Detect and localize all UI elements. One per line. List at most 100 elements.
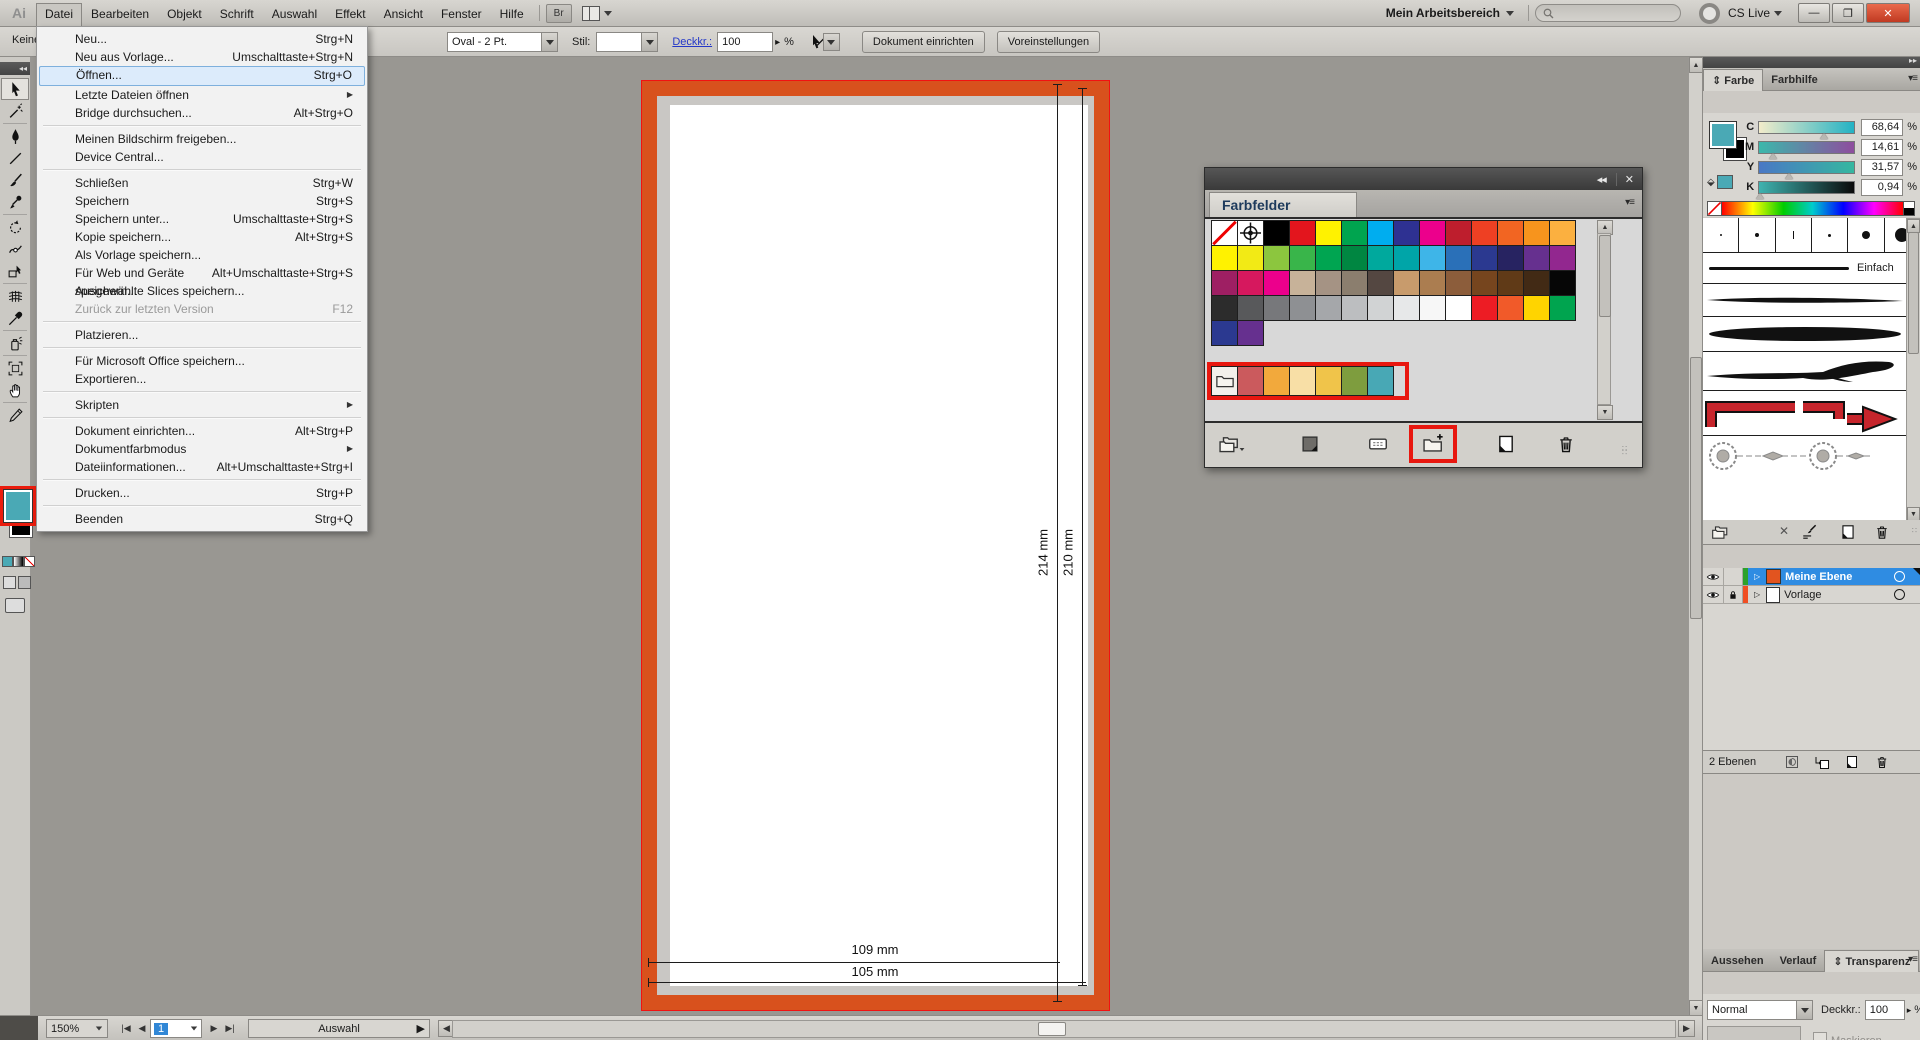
new-sublayer-icon[interactable] bbox=[1814, 754, 1830, 770]
gamut-color-chip[interactable] bbox=[1717, 175, 1733, 189]
visibility-eye-icon[interactable] bbox=[1703, 586, 1724, 603]
swatch[interactable] bbox=[1315, 220, 1342, 246]
resize-grip[interactable]: ∷ bbox=[1912, 526, 1917, 535]
fill-proxy-swatch[interactable] bbox=[1709, 121, 1737, 149]
screen-mode-button[interactable] bbox=[5, 598, 25, 613]
restore-button[interactable]: ❐ bbox=[1832, 3, 1864, 23]
swatch[interactable] bbox=[1367, 295, 1394, 321]
swatch[interactable] bbox=[1341, 245, 1368, 271]
new-layer-icon[interactable] bbox=[1844, 754, 1860, 770]
brush-row-ornament[interactable] bbox=[1703, 436, 1920, 476]
channel-value[interactable]: 14,61 bbox=[1861, 139, 1904, 156]
swatch-kinds-button[interactable] bbox=[1295, 431, 1325, 457]
opacity-spinner[interactable]: ▸ bbox=[1907, 1005, 1912, 1016]
visibility-eye-icon[interactable] bbox=[1703, 568, 1724, 585]
swatches-panel-titlebar[interactable]: ◂◂ ✕ bbox=[1205, 168, 1642, 190]
swatch[interactable] bbox=[1471, 295, 1498, 321]
swatch[interactable] bbox=[1445, 245, 1472, 271]
brush-definition-select[interactable]: Oval - 2 Pt. bbox=[447, 32, 542, 52]
calligraphic-brush[interactable] bbox=[1703, 218, 1739, 252]
swatch[interactable] bbox=[1315, 245, 1342, 271]
brush-row-simple[interactable]: Einfach bbox=[1703, 253, 1920, 284]
swatch[interactable] bbox=[1367, 245, 1394, 271]
width-tool-tool[interactable] bbox=[1, 238, 29, 260]
color-tab-farbe[interactable]: ⇕ Farbe bbox=[1703, 69, 1763, 91]
target-circle-icon[interactable] bbox=[1894, 571, 1905, 582]
swatches-scrollbar[interactable]: ▲ ▼ bbox=[1597, 220, 1613, 420]
swatch[interactable] bbox=[1497, 270, 1524, 296]
swatch[interactable] bbox=[1263, 245, 1290, 271]
swatch[interactable] bbox=[1549, 220, 1576, 246]
scroll-down-icon[interactable]: ▼ bbox=[1689, 1000, 1703, 1016]
transparency-tab-verlauf[interactable]: Verlauf bbox=[1772, 950, 1825, 971]
file-menu-item[interactable]: Device Central... bbox=[39, 148, 365, 166]
eyedropper-tool[interactable] bbox=[1, 307, 29, 329]
swatch[interactable] bbox=[1315, 295, 1342, 321]
channel-value[interactable]: 0,94 bbox=[1861, 179, 1904, 196]
file-menu-item[interactable]: SpeichernStrg+S bbox=[39, 192, 365, 210]
menubar-item-datei[interactable]: Datei bbox=[36, 3, 82, 26]
delete-swatch-button[interactable] bbox=[1551, 431, 1581, 457]
hand-tool[interactable] bbox=[1, 379, 29, 401]
artboard-number-field[interactable]: 1 bbox=[150, 1019, 202, 1038]
color-group-folder-icon[interactable] bbox=[1211, 366, 1238, 396]
collapse-dock-icon[interactable]: ▸▸ bbox=[1703, 56, 1920, 68]
swatch[interactable] bbox=[1289, 295, 1316, 321]
artboard-tool[interactable] bbox=[1, 357, 29, 379]
workspace-switcher[interactable]: Mein Arbeitsbereich bbox=[1386, 6, 1500, 20]
file-menu-item[interactable]: Letzte Dateien öffnen▶ bbox=[39, 86, 365, 104]
swatch[interactable] bbox=[1341, 220, 1368, 246]
swatch[interactable] bbox=[1471, 245, 1498, 271]
file-menu-item[interactable]: Dateiinformationen...Alt+Umschalttaste+S… bbox=[39, 458, 365, 476]
group-swatch[interactable] bbox=[1315, 366, 1342, 396]
new-brush-icon[interactable] bbox=[1839, 523, 1857, 541]
swatch-none[interactable] bbox=[1211, 220, 1238, 246]
file-menu-item[interactable]: Platzieren... bbox=[39, 326, 365, 344]
opacity-spinner[interactable]: ▸ bbox=[775, 37, 780, 48]
magic-wand-tool[interactable] bbox=[1, 100, 29, 122]
resize-grip[interactable]: ∷∷ bbox=[1622, 447, 1636, 461]
symbol-sprayer-tool[interactable] bbox=[1, 332, 29, 354]
panel-menu-icon[interactable]: ▾≡ bbox=[1908, 73, 1917, 84]
menubar-item-objekt[interactable]: Objekt bbox=[158, 3, 211, 25]
mask-checkbox[interactable]: Maskieren bbox=[1813, 1032, 1882, 1040]
select-similar-icon[interactable] bbox=[808, 34, 824, 50]
vertical-scroll-thumb[interactable] bbox=[1690, 357, 1702, 619]
new-color-group-button[interactable] bbox=[1418, 431, 1448, 457]
preferences-button[interactable]: Voreinstellungen bbox=[997, 31, 1100, 53]
swatch-options-button[interactable] bbox=[1363, 431, 1393, 457]
swatch[interactable] bbox=[1419, 270, 1446, 296]
swatch[interactable] bbox=[1393, 220, 1420, 246]
swatch[interactable] bbox=[1211, 295, 1238, 321]
swatch[interactable] bbox=[1367, 270, 1394, 296]
collapse-icons[interactable]: ◂◂ bbox=[1597, 173, 1606, 186]
swatch[interactable] bbox=[1419, 220, 1446, 246]
swatch[interactable] bbox=[1549, 245, 1576, 271]
swatch[interactable] bbox=[1315, 270, 1342, 296]
draw-behind-button[interactable] bbox=[18, 576, 31, 589]
opacity-link[interactable]: Deckkr.: bbox=[672, 36, 712, 48]
swatch[interactable] bbox=[1211, 270, 1238, 296]
search-input[interactable] bbox=[1535, 4, 1681, 22]
swatch[interactable] bbox=[1393, 295, 1420, 321]
file-menu-item[interactable]: Öffnen...Strg+O bbox=[39, 66, 365, 86]
menubar-item-hilfe[interactable]: Hilfe bbox=[491, 3, 533, 25]
file-menu-item[interactable]: SchließenStrg+W bbox=[39, 174, 365, 192]
file-menu-item[interactable]: Dokumentfarbmodus▶ bbox=[39, 440, 365, 458]
remove-brushstroke-icon[interactable]: ✕ bbox=[1779, 524, 1789, 538]
shape-builder-tool[interactable] bbox=[1, 260, 29, 282]
swatch[interactable] bbox=[1367, 220, 1394, 246]
menubar-item-bearbeiten[interactable]: Bearbeiten bbox=[82, 3, 158, 25]
horizontal-scroll-thumb[interactable] bbox=[1038, 1022, 1066, 1036]
last-artboard-icon[interactable]: ▶| bbox=[222, 1021, 238, 1037]
swatch[interactable] bbox=[1341, 295, 1368, 321]
layer-name[interactable]: Vorlage bbox=[1784, 589, 1821, 601]
transparency-tab-aussehen[interactable]: Aussehen bbox=[1703, 950, 1772, 971]
selection-tool[interactable] bbox=[1, 78, 29, 100]
status-menu-arrow[interactable]: ▶ bbox=[417, 1022, 425, 1035]
out-of-gamut-group[interactable]: ⬙ bbox=[1707, 175, 1733, 189]
layer-thumbnail[interactable] bbox=[1766, 569, 1781, 584]
swatch[interactable] bbox=[1263, 295, 1290, 321]
channel-slider[interactable] bbox=[1758, 141, 1854, 154]
group-swatch[interactable] bbox=[1237, 366, 1264, 396]
